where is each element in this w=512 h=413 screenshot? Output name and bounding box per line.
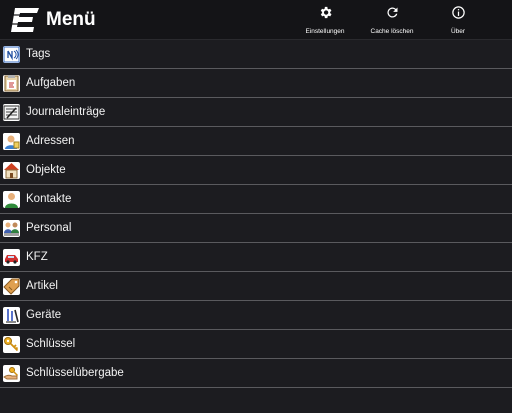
- menu-item-journaleintraege[interactable]: Journaleinträge: [0, 98, 512, 127]
- address-person-icon: [3, 132, 20, 150]
- menu-item-label: Objekte: [26, 164, 66, 176]
- journal-icon: [3, 103, 20, 121]
- menu-item-label: Journaleinträge: [26, 106, 106, 118]
- menu-item-schluessel[interactable]: Schlüssel: [0, 330, 512, 359]
- key-handover-icon: [3, 364, 20, 382]
- menu-item-aufgaben[interactable]: Aufgaben: [0, 69, 512, 98]
- menu-item-label: Tags: [26, 48, 51, 60]
- car-icon: [3, 248, 20, 266]
- menu-item-label: Artikel: [26, 280, 58, 292]
- menu-item-kontakte[interactable]: Kontakte: [0, 185, 512, 214]
- menu-item-label: Personal: [26, 222, 72, 234]
- about-button[interactable]: Über: [426, 5, 490, 37]
- settings-button[interactable]: Einstellungen: [293, 5, 357, 37]
- menu-item-label: Schlüsselübergabe: [26, 367, 124, 379]
- menu-item-geraete[interactable]: Geräte: [0, 301, 512, 330]
- menu-item-label: Kontakte: [26, 193, 72, 205]
- menu-item-kfz[interactable]: KFZ: [0, 243, 512, 272]
- menu-item-adressen[interactable]: Adressen: [0, 127, 512, 156]
- menu-item-label: Aufgaben: [26, 77, 76, 89]
- price-tag-icon: [3, 277, 20, 295]
- tools-icon: [3, 306, 20, 324]
- menu-item-label: KFZ: [26, 251, 48, 263]
- top-app-bar: Menü Einstellungen Cache löschen Über: [0, 0, 512, 40]
- staff-group-icon: [3, 219, 20, 237]
- app-logo-icon: [9, 6, 41, 34]
- key-icon: [3, 335, 20, 353]
- clear-cache-button[interactable]: Cache löschen: [360, 5, 424, 37]
- info-icon: [451, 5, 466, 25]
- menu-item-artikel[interactable]: Artikel: [0, 272, 512, 301]
- menu-item-personal[interactable]: Personal: [0, 214, 512, 243]
- settings-label: Einstellungen: [305, 28, 345, 35]
- clipboard-task-icon: [3, 74, 20, 92]
- nfc-tag-icon: [3, 45, 20, 63]
- menu-item-label: Schlüssel: [26, 338, 76, 350]
- about-label: Über: [450, 28, 466, 35]
- menu-item-schluesseluebergabe[interactable]: Schlüsselübergabe: [0, 359, 512, 388]
- menu-item-label: Geräte: [26, 309, 62, 321]
- menu-item-tags[interactable]: Tags: [0, 40, 512, 69]
- house-icon: [3, 161, 20, 179]
- menu-item-label: Adressen: [26, 135, 75, 147]
- menu-list: Tags Aufgaben Journaleinträge Adressen O: [0, 40, 512, 388]
- page-title: Menü: [46, 9, 96, 30]
- gear-icon: [318, 5, 333, 25]
- clear-cache-label: Cache löschen: [370, 28, 414, 35]
- menu-item-objekte[interactable]: Objekte: [0, 156, 512, 185]
- refresh-icon: [385, 5, 400, 25]
- contact-person-icon: [3, 190, 20, 208]
- app-window: Menü Einstellungen Cache löschen Über Ta…: [0, 0, 512, 413]
